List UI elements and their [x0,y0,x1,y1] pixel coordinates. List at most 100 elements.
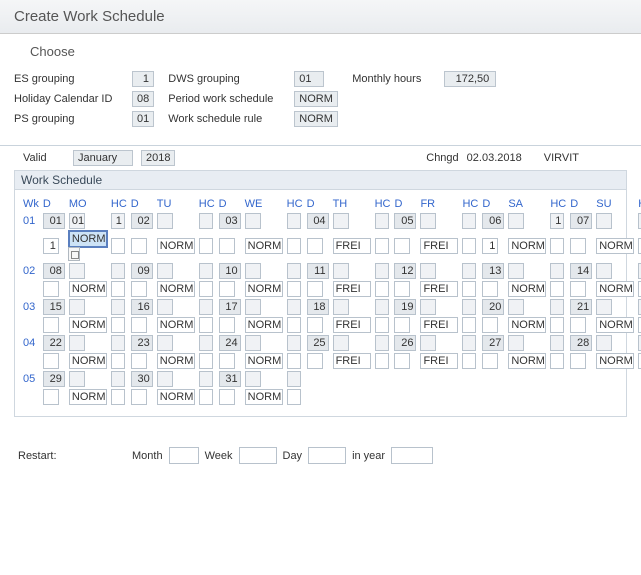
day-dws-input[interactable]: FREI [333,281,371,297]
day-d2-input[interactable] [394,281,410,297]
day-d2-input[interactable] [307,317,323,333]
day-d2-input[interactable] [394,238,410,254]
day-hc2-input[interactable] [550,238,564,254]
day-d2-input[interactable] [307,353,323,369]
day-hc-input[interactable] [375,213,389,229]
day-d-input[interactable] [508,263,524,279]
day-hc-input[interactable] [199,335,213,351]
day-d-input[interactable] [596,263,612,279]
day-d-input[interactable] [596,213,612,229]
day-d2-input[interactable] [219,317,235,333]
day-hc-input[interactable] [550,335,564,351]
holiday-calendar-value[interactable]: 08 [132,91,154,107]
day-d-input[interactable] [333,263,349,279]
day-dws-input[interactable]: NORM [157,281,195,297]
day-d2-input[interactable] [43,281,59,297]
choose-button[interactable]: Choose [0,34,641,67]
f4-help-icon[interactable] [68,247,80,261]
day-d-input[interactable] [420,213,436,229]
day-hc-input[interactable] [111,335,125,351]
day-d-input[interactable] [508,335,524,351]
day-d-input[interactable]: 01 [69,213,85,229]
day-d-input[interactable] [508,299,524,315]
day-hc-input[interactable] [462,299,476,315]
day-dws-input[interactable]: NORM [596,317,634,333]
day-hc-input[interactable] [111,299,125,315]
day-hc-input[interactable] [375,263,389,279]
day-d2-input[interactable] [131,238,147,254]
day-d-input[interactable] [69,263,85,279]
day-hc2-input[interactable] [375,317,389,333]
day-hc-input[interactable] [462,263,476,279]
day-dws-input[interactable]: NORM [508,317,546,333]
day-d2-input[interactable] [570,238,586,254]
day-dws-input[interactable]: NORM [508,281,546,297]
day-d2-input[interactable] [570,353,586,369]
day-hc-input[interactable] [550,263,564,279]
day-d-input[interactable] [333,299,349,315]
day-hc-input[interactable] [550,299,564,315]
day-hc-input[interactable] [462,213,476,229]
day-d2-input[interactable] [482,317,498,333]
day-d-input[interactable] [596,335,612,351]
day-hc2-input[interactable] [199,281,213,297]
day-d2-input[interactable] [394,353,410,369]
day-hc-input[interactable] [287,335,301,351]
day-d2-input[interactable] [394,317,410,333]
day-d-input[interactable] [420,335,436,351]
day-d-input[interactable] [157,263,173,279]
day-d2-input[interactable] [43,317,59,333]
day-dws-input[interactable]: NORM [69,317,107,333]
day-dws-input[interactable]: NORM [245,238,283,254]
day-hc2-input[interactable] [550,281,564,297]
restart-day-input[interactable] [308,447,346,464]
day-dws-input[interactable]: NORM [508,238,546,254]
day-d-input[interactable] [245,371,261,387]
day-hc2-input[interactable] [199,353,213,369]
day-d-input[interactable] [157,213,173,229]
day-dws-input[interactable]: NORM [245,389,283,405]
day-d-input[interactable] [245,263,261,279]
day-d2-input[interactable] [570,281,586,297]
day-hc2-input[interactable] [199,389,213,405]
day-dws-input[interactable]: FREI [333,353,371,369]
day-dws-input[interactable]: NORM [69,231,107,247]
day-d2-input[interactable] [219,353,235,369]
dws-grouping-value[interactable]: 01 [294,71,324,87]
day-hc-input[interactable] [287,263,301,279]
day-d-input[interactable] [333,335,349,351]
day-d2-input[interactable] [219,238,235,254]
restart-week-input[interactable] [239,447,277,464]
day-hc2-input[interactable] [111,317,125,333]
day-hc2-input[interactable] [375,238,389,254]
day-d-input[interactable] [245,335,261,351]
day-hc2-input[interactable] [375,353,389,369]
day-d-input[interactable] [157,299,173,315]
day-hc-input[interactable] [199,299,213,315]
day-hc2-input[interactable] [199,317,213,333]
day-dws-input[interactable]: FREI [420,281,458,297]
day-hc-input[interactable] [462,335,476,351]
day-dws-input[interactable]: NORM [69,353,107,369]
day-dws-input[interactable]: NORM [245,353,283,369]
day-d-input[interactable] [157,335,173,351]
day-d2-input[interactable] [131,389,147,405]
day-hc-input[interactable] [199,371,213,387]
day-dws-input[interactable]: NORM [596,353,634,369]
day-d2-input[interactable] [482,353,498,369]
day-d2-input[interactable] [131,281,147,297]
day-hc2-input[interactable] [462,238,476,254]
day-hc-input[interactable]: 1 [111,213,125,229]
day-hc-input[interactable] [287,371,301,387]
day-dws-input[interactable]: NORM [157,353,195,369]
day-d-input[interactable] [245,213,261,229]
day-dws-input[interactable]: FREI [420,353,458,369]
day-dws-input[interactable]: NORM [157,238,195,254]
day-d2-input[interactable] [307,238,323,254]
day-d-input[interactable] [69,299,85,315]
day-hc2-input[interactable] [462,317,476,333]
day-hc-input[interactable] [111,263,125,279]
period-ws-value[interactable]: NORM [294,91,338,107]
monthly-hours-value[interactable]: 172,50 [444,71,496,87]
day-dws-input[interactable]: FREI [333,238,371,254]
